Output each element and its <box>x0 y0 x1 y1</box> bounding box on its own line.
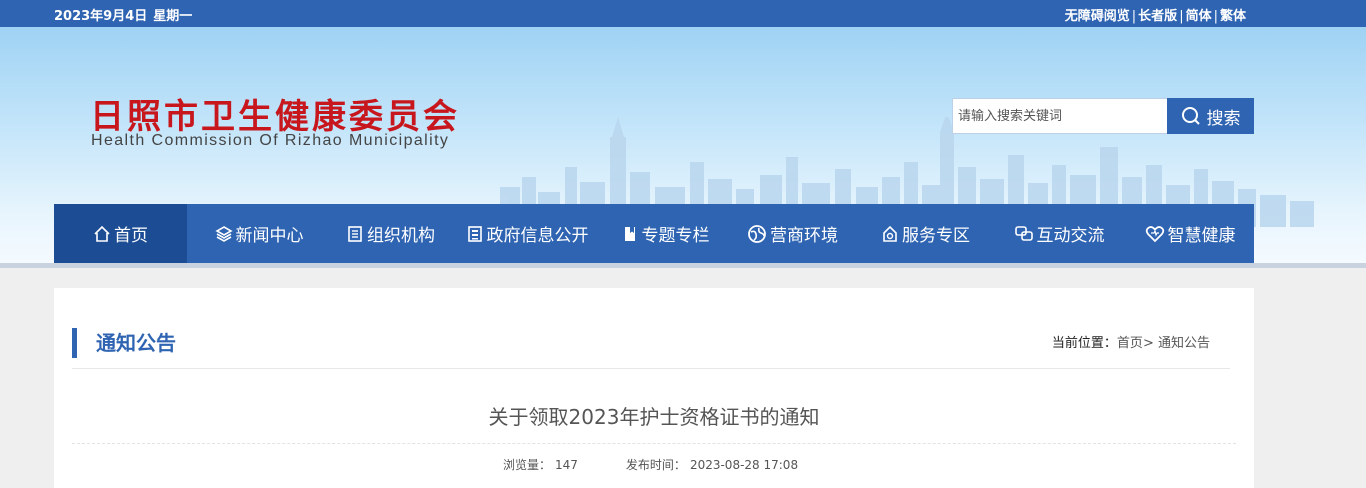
accessibility-links: 无障碍阅览 | 长者版 | 简体 | 繁体 <box>1064 9 1246 24</box>
nav-item-label: 智慧健康 <box>1167 226 1236 246</box>
service-icon <box>883 225 897 242</box>
document-icon <box>348 225 362 242</box>
heart-icon <box>1145 225 1164 242</box>
nav-item-label: 新闻中心 <box>235 226 304 246</box>
nav-item-gov-info[interactable]: 政府信息公开 <box>450 204 604 263</box>
nav-item-label: 服务专区 <box>902 226 970 246</box>
nav-item-label: 组织机构 <box>367 226 435 246</box>
main-navigation: 首页 新闻中心 组织机构 政府信息公开 专题专栏 营商环境 服务专区 互动交流 <box>54 204 1254 263</box>
date-text: 2023年9月4日 <box>54 9 148 24</box>
site-logo-subtitle: Health Commission Of Rizhao Municipality <box>91 132 450 149</box>
breadcrumb-current-link[interactable]: 通知公告 <box>1158 336 1210 351</box>
views-count: 147 <box>555 458 578 472</box>
nav-item-label: 专题专栏 <box>641 226 710 246</box>
home-icon <box>94 225 110 242</box>
search-icon <box>1181 107 1200 125</box>
layers-icon <box>214 225 233 242</box>
search-button-label: 搜索 <box>1206 108 1241 129</box>
top-bar: 2023年9月4日 星期一 无障碍阅览 | 长者版 | 简体 | 繁体 <box>0 0 1366 27</box>
simplified-chinese-link[interactable]: 简体 <box>1186 9 1212 24</box>
article-title-divider <box>72 443 1236 444</box>
content-panel: 通知公告 当前位置：首页> 通知公告 关于领取2023年护士资格证书的通知 浏览… <box>54 288 1254 488</box>
nav-divider <box>0 263 1366 268</box>
nav-item-home[interactable]: 首页 <box>54 204 187 263</box>
breadcrumb-separator: > <box>1142 336 1154 351</box>
search-input[interactable] <box>952 98 1168 134</box>
nav-item-organization[interactable]: 组织机构 <box>331 204 450 263</box>
accessibility-link[interactable]: 无障碍阅览 <box>1065 9 1130 24</box>
globe-icon <box>748 224 766 243</box>
elder-version-link[interactable]: 长者版 <box>1138 9 1177 24</box>
article-title: 关于领取2023年护士资格证书的通知 <box>488 405 820 429</box>
breadcrumb: 当前位置：首页> 通知公告 <box>1052 332 1210 351</box>
nav-item-smart-health[interactable]: 智慧健康 <box>1126 204 1254 263</box>
article-meta: 浏览量： 147 发布时间： 2023-08-28 17:08 <box>503 456 802 473</box>
search-button[interactable]: 搜索 <box>1167 98 1254 134</box>
section-title: 通知公告 <box>72 328 176 358</box>
nav-item-label: 营商环境 <box>770 226 838 246</box>
nav-item-label: 首页 <box>114 226 148 246</box>
breadcrumb-label: 当前位置： <box>1051 336 1117 351</box>
date-display: 2023年9月4日 星期一 <box>54 5 198 24</box>
nav-item-label: 政府信息公开 <box>486 226 589 246</box>
nav-item-interaction[interactable]: 互动交流 <box>992 204 1126 263</box>
traditional-chinese-link[interactable]: 繁体 <box>1220 9 1246 24</box>
views-label: 浏览量： <box>503 458 552 472</box>
weekday-text: 星期一 <box>153 9 193 24</box>
nav-item-news[interactable]: 新闻中心 <box>187 204 331 263</box>
nav-item-services[interactable]: 服务专区 <box>859 204 992 263</box>
search-box: 搜索 <box>952 98 1254 134</box>
breadcrumb-home-link[interactable]: 首页 <box>1117 336 1143 351</box>
site-logo-title[interactable]: 日照市卫生健康委员会 <box>90 89 460 138</box>
header-banner: 日照市卫生健康委员会 Health Commission Of Rizhao M… <box>0 27 1366 263</box>
section-divider <box>72 368 1230 369</box>
published-time: 2023-08-28 17:08 <box>689 458 799 472</box>
nav-item-label: 互动交流 <box>1036 226 1105 246</box>
nav-item-business-env[interactable]: 营商环境 <box>726 204 859 263</box>
list-icon <box>467 225 482 242</box>
nav-item-special-topics[interactable]: 专题专栏 <box>604 204 726 263</box>
chat-icon <box>1014 225 1033 241</box>
bookmark-icon <box>624 226 635 241</box>
published-label: 发布时间： <box>625 458 686 472</box>
